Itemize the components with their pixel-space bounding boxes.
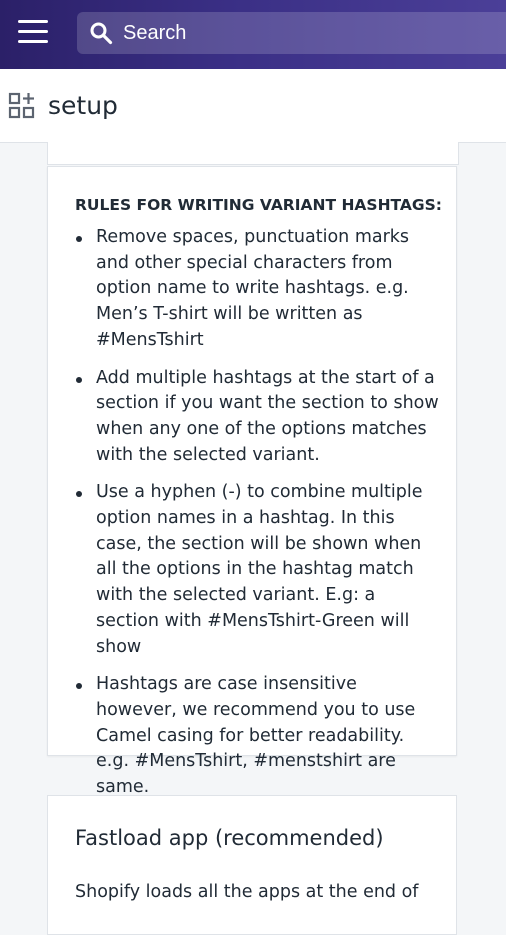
hamburger-menu-icon [18, 20, 48, 23]
rules-card: RULES FOR WRITING VARIANT HASHTAGS: Remo… [47, 166, 457, 797]
menu-button[interactable] [18, 20, 48, 48]
rule-item: Add multiple hashtags at the start of a … [75, 366, 440, 469]
top-bar: Search [0, 0, 506, 69]
fastload-title: Fastload app (recommended) [75, 826, 384, 850]
page-title: setup [48, 91, 118, 120]
previous-card-bottom [47, 142, 459, 165]
fastload-text: Shopify loads all the apps at the end of [75, 882, 419, 902]
rule-item: Remove spaces, punctuation marks and oth… [75, 225, 440, 354]
fastload-card: Fastload app (recommended) Shopify loads… [47, 795, 457, 935]
search-placeholder: Search [123, 22, 187, 44]
rules-list: Remove spaces, punctuation marks and oth… [75, 225, 440, 813]
rules-heading: RULES FOR WRITING VARIANT HASHTAGS: [75, 196, 443, 214]
page-header: setup [0, 69, 506, 143]
apps-icon [8, 92, 35, 119]
search-input[interactable]: Search [77, 12, 506, 54]
search-icon [90, 22, 113, 45]
rule-item: Hashtags are case insensitive however, w… [75, 672, 440, 801]
rule-item: Use a hyphen (-) to combine multiple opt… [75, 480, 440, 660]
